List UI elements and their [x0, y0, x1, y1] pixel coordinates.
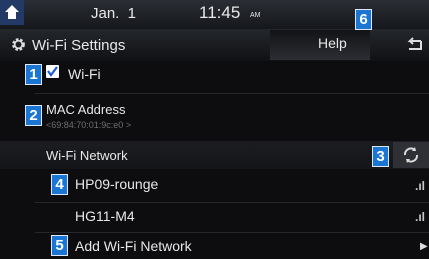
callout-5: 5: [51, 235, 68, 256]
mac-label: MAC Address: [46, 102, 126, 117]
network-item-2-label[interactable]: HG11-M4: [75, 208, 135, 224]
home-icon: [5, 5, 19, 19]
signal-icon: .ıl: [415, 210, 426, 224]
divider: [35, 202, 429, 203]
home-button[interactable]: [0, 0, 24, 25]
gear-icon: [12, 38, 25, 51]
callout-4: 4: [51, 174, 68, 195]
signal-icon: .ıl: [415, 179, 426, 193]
ampm-text: AM: [250, 12, 261, 19]
back-icon: [407, 37, 422, 50]
callout-6: 6: [355, 9, 372, 30]
callout-3: 3: [372, 146, 389, 167]
network-item-1-label[interactable]: HP09-rounge: [75, 176, 158, 192]
check-icon: [47, 66, 58, 77]
network-section-label: Wi-Fi Network: [46, 148, 128, 163]
page-title: Wi-Fi Settings: [32, 37, 126, 54]
wifi-checkbox[interactable]: [46, 65, 59, 78]
divider: [35, 93, 429, 94]
callout-1: 1: [25, 64, 42, 85]
date-text: Jan. 1: [91, 5, 137, 22]
callout-2: 2: [25, 105, 42, 126]
refresh-button[interactable]: [393, 142, 429, 168]
add-network-label[interactable]: Add Wi-Fi Network: [75, 238, 192, 254]
help-label[interactable]: Help: [318, 35, 347, 51]
back-button[interactable]: [400, 30, 429, 60]
divider: [35, 232, 429, 233]
mac-value: <69:84:70:01:9c:e0 >: [46, 120, 132, 130]
arrow-right-icon: ▶: [420, 241, 428, 252]
refresh-icon: [404, 147, 418, 163]
clock-text: 11:45: [199, 3, 241, 22]
wifi-toggle-label[interactable]: Wi-Fi: [68, 66, 101, 82]
